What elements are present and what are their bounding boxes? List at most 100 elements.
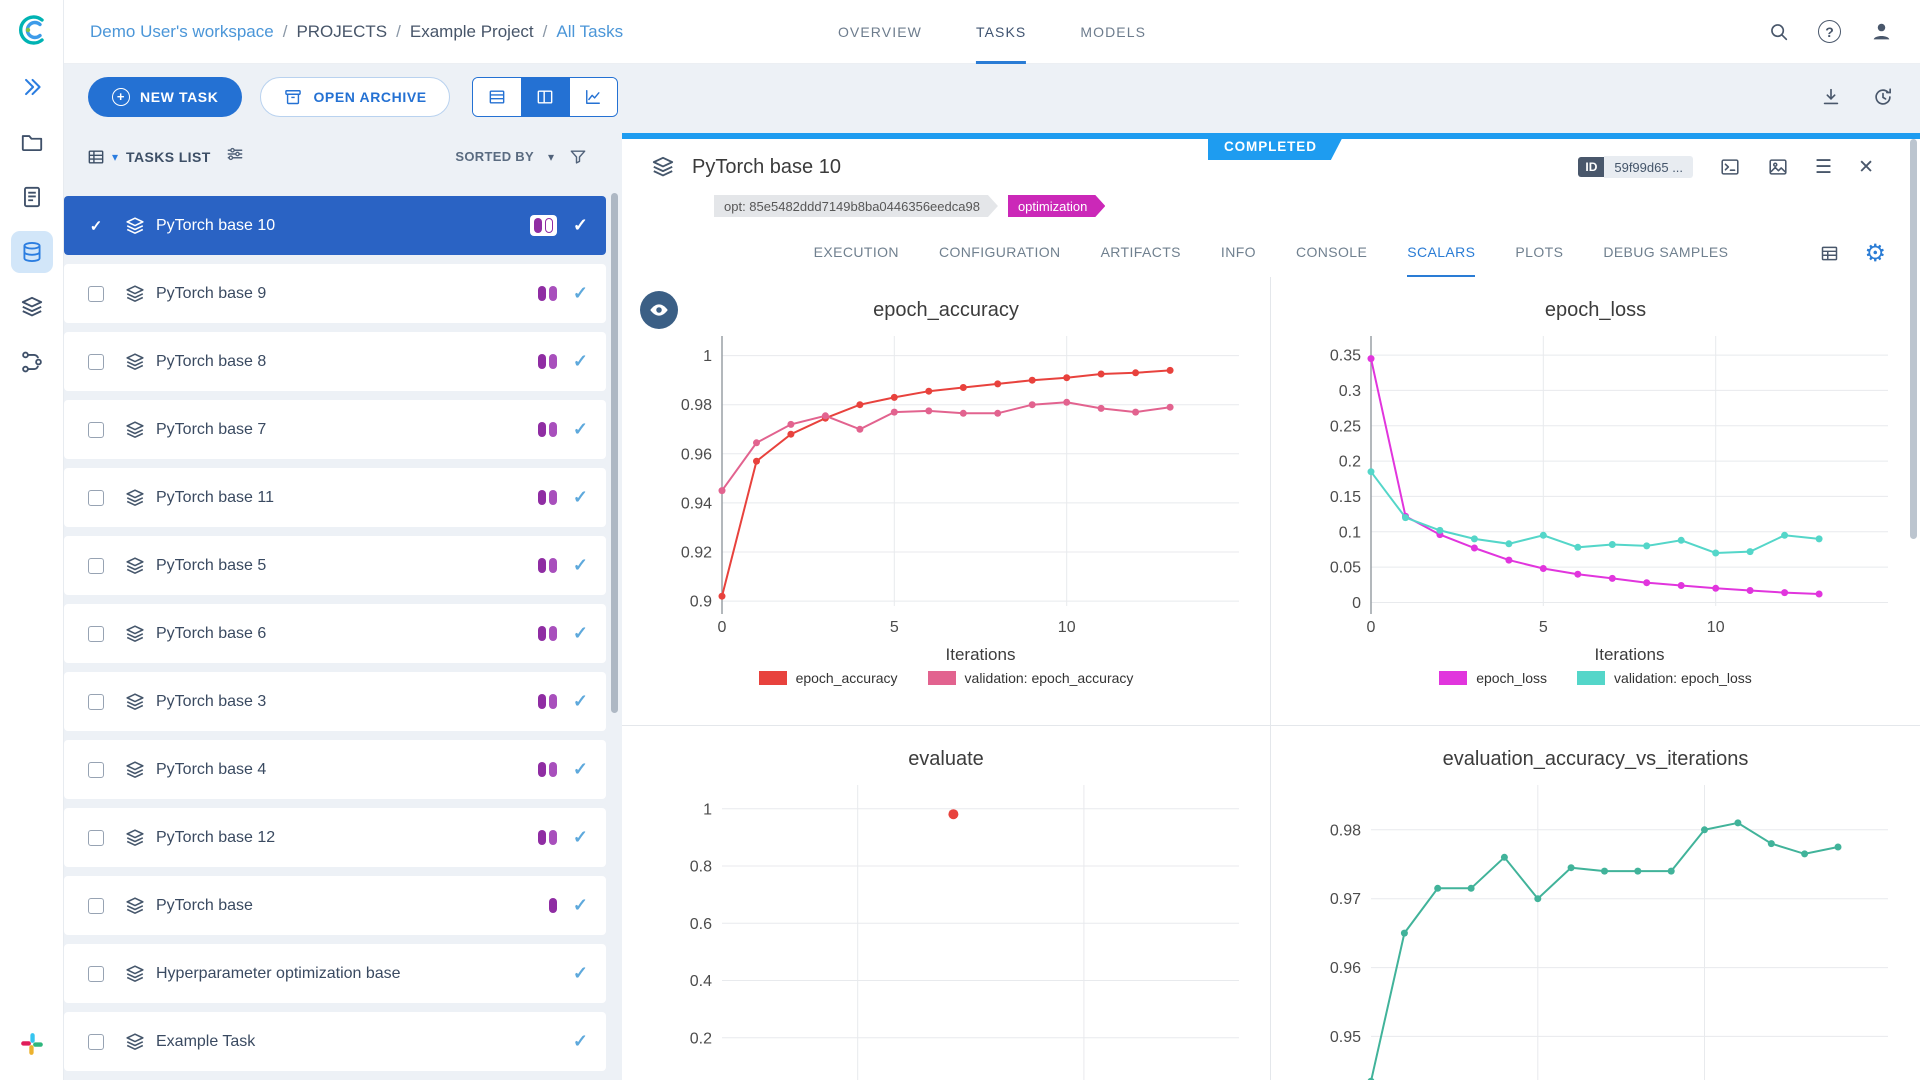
task-checkbox[interactable]: [88, 626, 104, 642]
rail-nav: [11, 66, 53, 383]
datasets-icon[interactable]: [11, 231, 53, 273]
task-row[interactable]: PyTorch base 9✓: [64, 264, 606, 323]
svg-text:0.1: 0.1: [1339, 524, 1361, 541]
task-tag[interactable]: opt: 85e5482ddd7149b8ba0446356eedca98: [714, 195, 998, 217]
detail-tab-scalars[interactable]: SCALARS: [1407, 229, 1475, 277]
task-checkbox[interactable]: [88, 762, 104, 778]
chart-canvas[interactable]: 0.90.920.940.960.9810510Iterations: [624, 328, 1269, 668]
new-task-label: NEW TASK: [140, 89, 218, 105]
task-checkbox[interactable]: [88, 286, 104, 302]
breadcrumb-item[interactable]: All Tasks: [556, 22, 623, 42]
detail-tab-info[interactable]: INFO: [1221, 229, 1256, 277]
legend-item[interactable]: epoch_accuracy: [759, 670, 898, 686]
view-toggle-group: [472, 77, 618, 117]
column-settings-icon[interactable]: [225, 144, 245, 169]
view-selector-icon[interactable]: ▾: [86, 147, 118, 167]
task-row[interactable]: PyTorch base 5✓: [64, 536, 606, 595]
task-row[interactable]: PyTorch base✓: [64, 876, 606, 935]
slack-icon[interactable]: [19, 1031, 45, 1062]
task-row[interactable]: Hyperparameter optimization base✓: [64, 944, 606, 1003]
task-row[interactable]: Example Task✓: [64, 1012, 606, 1071]
top-tab-overview[interactable]: OVERVIEW: [838, 0, 922, 64]
chevron-down-icon[interactable]: ▾: [548, 150, 554, 164]
debug-image-shortcut-icon[interactable]: [1767, 156, 1789, 178]
task-row[interactable]: PyTorch base 6✓: [64, 604, 606, 663]
projects-icon[interactable]: [11, 121, 53, 163]
task-row[interactable]: PyTorch base 7✓: [64, 400, 606, 459]
task-checkbox[interactable]: [88, 490, 104, 506]
task-checkbox[interactable]: ✓: [88, 218, 104, 234]
task-type-icon: [124, 487, 146, 509]
help-icon[interactable]: ?: [1818, 20, 1841, 43]
chart-title: epoch_loss: [1545, 299, 1646, 322]
models-icon[interactable]: [11, 286, 53, 328]
detail-tab-console[interactable]: CONSOLE: [1296, 229, 1367, 277]
task-checkbox[interactable]: [88, 422, 104, 438]
task-id-chip[interactable]: ID 59f99d65 ...: [1578, 156, 1693, 178]
legend-item[interactable]: epoch_loss: [1439, 670, 1547, 686]
search-icon[interactable]: [1768, 21, 1790, 43]
detail-tab-configuration[interactable]: CONFIGURATION: [939, 229, 1061, 277]
top-tab-models[interactable]: MODELS: [1080, 0, 1146, 64]
task-row[interactable]: PyTorch base 3✓: [64, 672, 606, 731]
detail-tab-debug-samples[interactable]: DEBUG SAMPLES: [1603, 229, 1728, 277]
clearml-logo[interactable]: [12, 10, 52, 50]
pipelines-icon[interactable]: [11, 341, 53, 383]
task-row[interactable]: PyTorch base 11✓: [64, 468, 606, 527]
chart-canvas[interactable]: 0.950.960.970.98: [1273, 777, 1918, 1080]
svg-text:5: 5: [889, 619, 898, 636]
task-name: Hyperparameter optimization base: [156, 965, 401, 983]
top-tab-tasks[interactable]: TASKS: [976, 0, 1026, 64]
task-checkbox[interactable]: [88, 898, 104, 914]
plus-icon: +: [112, 88, 130, 106]
detail-tab-execution[interactable]: EXECUTION: [814, 229, 899, 277]
legend-item[interactable]: validation: epoch_loss: [1577, 670, 1752, 686]
task-checkbox[interactable]: [88, 694, 104, 710]
tasks-list-panel: ▾ TASKS LIST SORTED BY ▾ ✓PyTorch base 1…: [64, 129, 606, 1080]
breadcrumb: Demo User's workspace/PROJECTS/Example P…: [90, 22, 623, 42]
task-checkbox[interactable]: [88, 966, 104, 982]
close-icon[interactable]: ✕: [1858, 156, 1874, 179]
menu-icon[interactable]: ☰: [1815, 156, 1832, 179]
detail-scrollbar-thumb[interactable]: [1910, 139, 1917, 539]
reports-icon[interactable]: [11, 176, 53, 218]
task-row[interactable]: PyTorch base 12✓: [64, 808, 606, 867]
tasks-scrollbar-thumb[interactable]: [611, 193, 618, 713]
task-checkbox[interactable]: [88, 354, 104, 370]
task-row[interactable]: PyTorch base 8✓: [64, 332, 606, 391]
filter-icon[interactable]: [568, 147, 588, 167]
console-shortcut-icon[interactable]: [1719, 156, 1741, 178]
hide-show-plots-eye-icon[interactable]: [640, 291, 678, 329]
svg-text:Iterations: Iterations: [1595, 645, 1665, 664]
detail-scrollbar[interactable]: [1909, 139, 1917, 1076]
archive-icon: [283, 87, 303, 107]
chart-canvas[interactable]: 0.20.40.60.81: [624, 777, 1269, 1080]
chart-view-icon[interactable]: [569, 78, 617, 116]
new-task-button[interactable]: + NEW TASK: [88, 77, 242, 117]
open-archive-label: OPEN ARCHIVE: [313, 89, 426, 105]
auto-refresh-icon[interactable]: [1872, 86, 1894, 108]
svg-text:0.6: 0.6: [689, 916, 711, 933]
detail-tab-artifacts[interactable]: ARTIFACTS: [1101, 229, 1181, 277]
chart-canvas[interactable]: 00.050.10.150.20.250.30.350510Iterations: [1273, 328, 1918, 668]
breadcrumb-item[interactable]: Demo User's workspace: [90, 22, 274, 42]
detail-tab-plots[interactable]: PLOTS: [1515, 229, 1563, 277]
gear-icon[interactable]: ⚙: [1864, 239, 1886, 268]
expand-sidebar-icon[interactable]: [11, 66, 53, 108]
legend-item[interactable]: validation: epoch_accuracy: [928, 670, 1134, 686]
split-view-icon[interactable]: [521, 78, 569, 116]
metrics-table-icon[interactable]: [1819, 243, 1840, 264]
download-icon[interactable]: [1820, 86, 1842, 108]
task-type-icon: [124, 623, 146, 645]
open-archive-button[interactable]: OPEN ARCHIVE: [260, 77, 449, 117]
user-avatar-icon[interactable]: [1869, 19, 1894, 44]
task-row[interactable]: PyTorch base 4✓: [64, 740, 606, 799]
task-checkbox[interactable]: [88, 830, 104, 846]
task-checkbox[interactable]: [88, 558, 104, 574]
task-checkbox[interactable]: [88, 1034, 104, 1050]
sorted-by-label[interactable]: SORTED BY: [455, 149, 534, 164]
tasks-scrollbar[interactable]: [606, 129, 622, 1080]
table-view-icon[interactable]: [473, 78, 521, 116]
task-row[interactable]: ✓PyTorch base 10✓: [64, 196, 606, 255]
task-tag[interactable]: optimization: [1008, 195, 1105, 217]
